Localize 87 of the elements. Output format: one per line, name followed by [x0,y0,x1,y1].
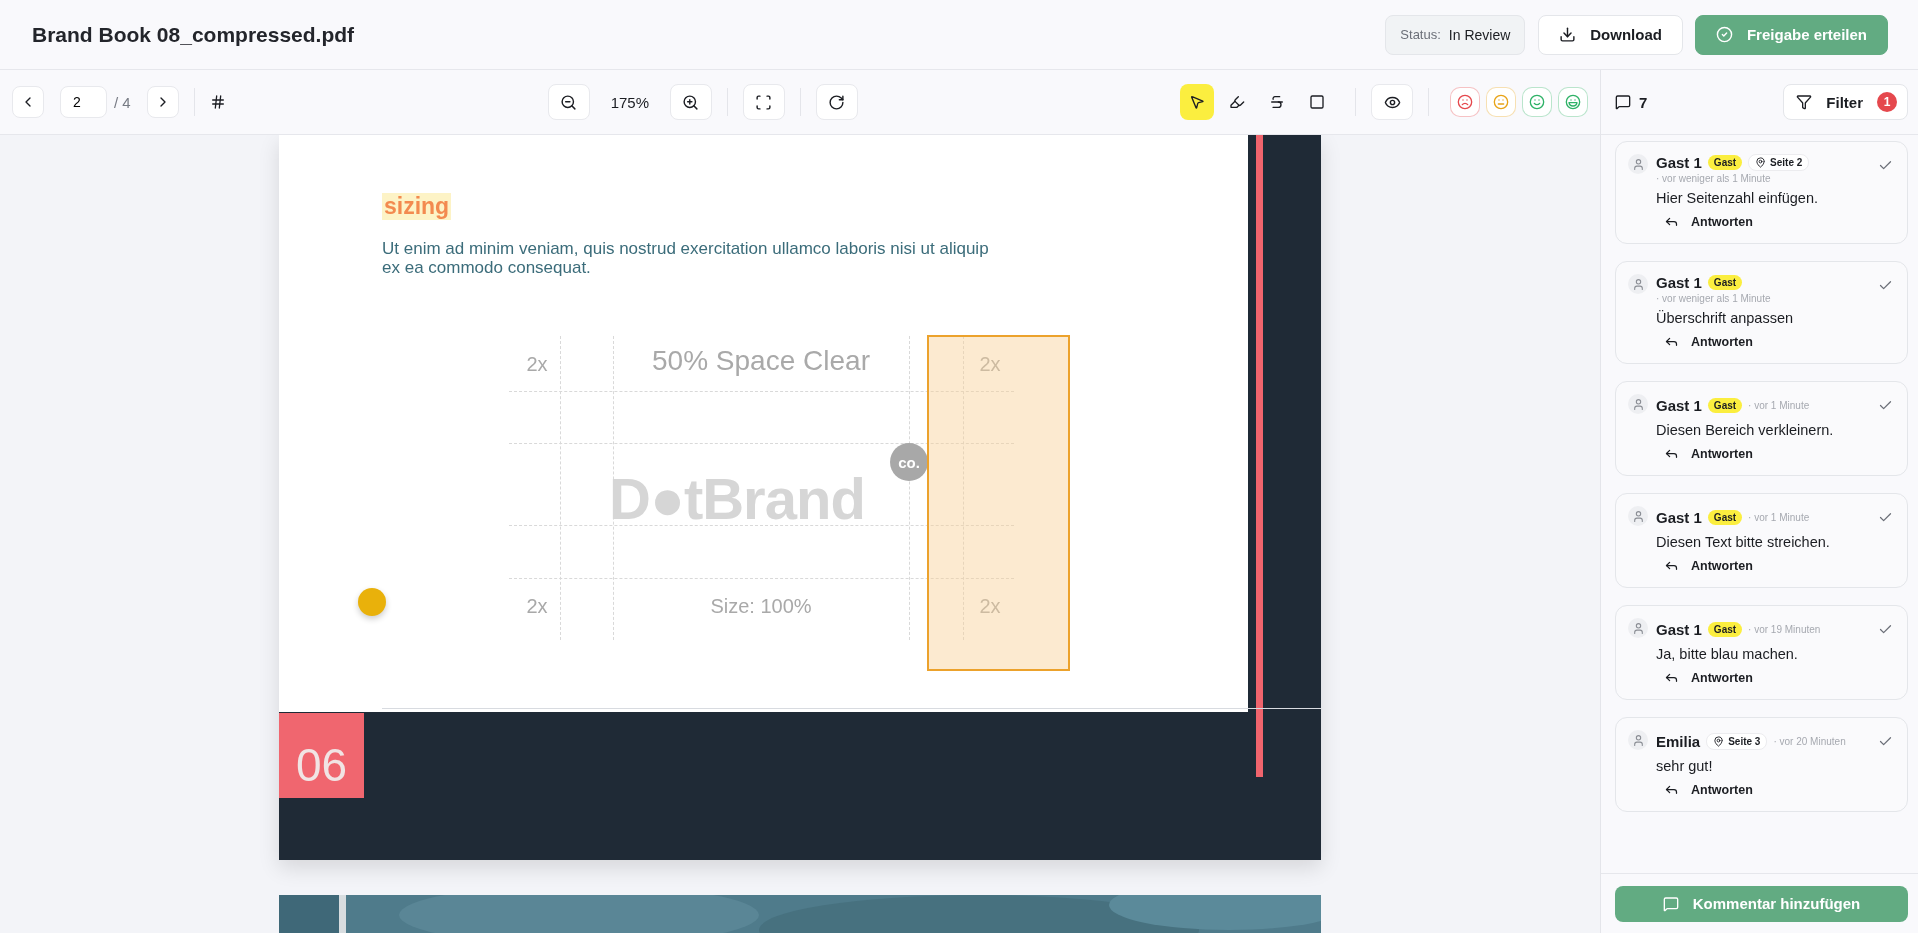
reply-button[interactable]: Antworten [1664,670,1753,685]
check-circle-icon [1715,26,1733,43]
page-number: 06 [279,713,364,798]
comment-text: Ja, bitte blau machen. [1656,646,1799,662]
comment-author: Emilia [1656,732,1701,750]
reply-button[interactable]: Antworten [1664,446,1753,461]
comment-author: Gast 1 [1656,154,1702,171]
avatar-icon [1628,730,1648,750]
page-tag-label: Seite 2 [1770,157,1803,168]
reply-button[interactable]: Antworten [1664,782,1753,797]
reply-button[interactable]: Antworten [1664,558,1753,573]
zoom-out-button[interactable] [547,84,590,120]
comment-icon [1615,94,1631,110]
comment-time: · vor 20 Minuten [1773,735,1846,747]
diagram-label: Size: 100% [710,594,812,618]
strikethrough-icon [1269,94,1285,110]
page-paragraph: Ut enim ad minim veniam, quis nostrud exercitation ullamco laboris nisi ut aliquip ex ea commodo consequat. [382,239,990,277]
page-heading: sizing [382,193,452,220]
status-value: In Review [1448,26,1511,43]
comment-time: · vor weniger als 1 Minute [1656,293,1771,304]
neutral-face-icon [1493,94,1509,110]
preview-button[interactable] [1371,84,1413,120]
comment-text: sehr gut! [1656,758,1714,774]
filter-icon [1796,94,1813,110]
page-tag[interactable]: Seite 2 [1748,154,1810,171]
zoom-level: 175% [609,93,651,111]
page-total: / 4 [114,93,131,111]
comment-author: Gast 1 [1656,620,1702,638]
laugh-face-icon [1565,94,1581,110]
status-label: Status: [1400,27,1441,42]
comment-text: Hier Seitenzahl einfügen. [1656,190,1820,206]
role-badge: Gast [1707,397,1743,413]
zoom-in-icon [682,93,700,111]
rectangle-icon [1309,94,1325,110]
fit-screen-button[interactable] [742,84,785,120]
avatar-icon [1628,618,1648,638]
comment-time: · vor weniger als 1 Minute [1656,173,1771,184]
highlighter-icon [1229,94,1245,110]
role-badge: Gast [1707,621,1743,637]
hash-icon[interactable] [209,94,226,110]
comment-author: Gast 1 [1656,274,1702,291]
zoom-out-icon [560,93,578,111]
download-button[interactable]: Download [1538,14,1683,55]
filter-button[interactable]: Filter 1 [1783,84,1908,120]
diagram-label: 2x [526,594,548,618]
comment-time: · vor 19 Minuten [1748,623,1821,635]
filter-badge: 1 [1877,92,1897,112]
frown-face-icon [1457,94,1473,110]
diagram-label: 2x [526,352,548,376]
reply-button[interactable]: Antworten [1664,334,1753,349]
comment-text: Überschrift anpassen [1656,310,1794,326]
role-badge: Gast [1707,275,1743,290]
role-badge: Gast [1707,155,1743,170]
page-tag-label: Seite 3 [1728,735,1761,747]
pin-icon [1755,157,1767,168]
zoom-in-button[interactable] [669,84,712,120]
document-title: Brand Book 08_compressed.pdf [32,22,356,47]
avatar-icon [1628,274,1648,294]
comment-time: · vor 1 Minute [1748,399,1810,411]
comment-icon [1662,895,1679,912]
previous-page-button[interactable] [12,86,44,118]
download-icon [1559,26,1577,43]
pin-icon [1713,735,1725,747]
comment-author: Gast 1 [1656,396,1702,414]
avatar-icon [1628,506,1648,526]
pointer-icon [1189,94,1205,110]
next-page-button[interactable] [146,86,179,118]
frown-face-button[interactable] [1450,87,1480,117]
smile-face-button[interactable] [1522,87,1552,117]
role-badge: Gast [1707,509,1743,525]
laugh-face-button[interactable] [1558,87,1588,117]
avatar-icon [1628,154,1648,174]
comment-count: 7 [1639,93,1649,111]
rotate-icon [828,93,846,111]
comment-author: Gast 1 [1656,508,1702,526]
fullscreen-icon [755,93,773,111]
rotate-button[interactable] [815,84,858,120]
comment-time: · vor 1 Minute [1748,511,1810,523]
page-number-field[interactable]: 2 [60,86,107,118]
page-tag[interactable]: Seite 3 [1706,732,1768,750]
diagram-label: 50% Space Clear [652,345,870,377]
avatar-icon [1628,394,1648,414]
comment-text: Diesen Text bitte streichen. [1656,534,1831,550]
pointer-tool[interactable] [1180,84,1214,120]
comment-text: Diesen Bereich verkleinern. [1656,422,1835,438]
reply-button[interactable]: Antworten [1664,214,1753,229]
smile-face-icon [1529,94,1545,110]
